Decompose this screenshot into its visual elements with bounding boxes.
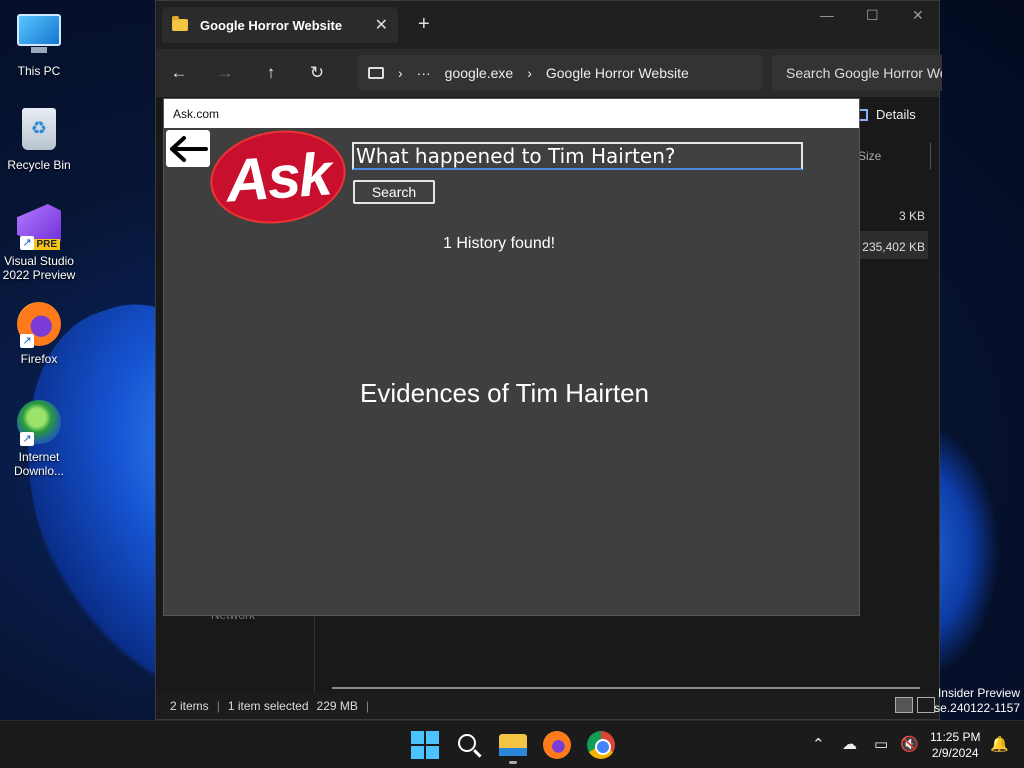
- breadcrumb-separator: ›: [398, 65, 403, 81]
- desktop-icon-recycle-bin[interactable]: Recycle Bin: [0, 106, 78, 172]
- maximize-icon[interactable]: ☐: [866, 7, 879, 24]
- up-icon[interactable]: ↑: [248, 63, 294, 83]
- shortcut-arrow-icon: ↗: [20, 236, 34, 250]
- column-divider[interactable]: [930, 143, 931, 169]
- selection-count: 1 item selected: [227, 699, 309, 713]
- tab-title: Google Horror Website: [200, 17, 343, 33]
- shortcut-arrow-icon: ↗: [20, 432, 34, 446]
- view-toggle: [895, 697, 935, 713]
- minimize-icon[interactable]: —: [820, 7, 834, 23]
- close-window-icon[interactable]: ✕: [912, 7, 924, 24]
- pre-badge: PRE: [33, 239, 60, 250]
- pc-icon: [368, 67, 384, 79]
- file-size: 3 KB: [898, 209, 925, 223]
- back-icon[interactable]: ←: [156, 63, 202, 83]
- ask-logo-text: Ask: [223, 139, 333, 215]
- new-tab-button[interactable]: +: [418, 13, 430, 36]
- evidence-heading: Evidences of Tim Hairten: [360, 378, 650, 408]
- ask-logo: Ask: [204, 121, 352, 233]
- notification-bell-icon[interactable]: 🔔: [990, 735, 1009, 753]
- taskbar: ⌃ ☁ ▭ 🔇 11:25 PM 2/9/2024 🔔: [0, 720, 1024, 768]
- desktop-icon-label-line1: Visual Studio: [4, 254, 74, 268]
- details-view-icon[interactable]: [895, 697, 913, 713]
- desktop-icon-this-pc[interactable]: This PC: [0, 8, 78, 78]
- chrome-taskbar-icon[interactable]: [587, 731, 615, 759]
- explorer-tab[interactable]: Google Horror Website ✕: [162, 7, 398, 43]
- breadcrumb-more[interactable]: ···: [417, 65, 431, 81]
- onedrive-offline-icon[interactable]: ☁: [842, 735, 857, 753]
- firefox-icon: ↗: [16, 302, 62, 348]
- horizontal-scrollbar[interactable]: [332, 687, 920, 689]
- explorer-titlebar: Google Horror Website ✕ + — ☐ ✕: [156, 1, 939, 49]
- file-explorer-taskbar-icon[interactable]: [499, 731, 527, 759]
- explorer-search-input[interactable]: Search Google Horror We: [772, 55, 942, 91]
- explorer-statusbar: 2 items | 1 item selected 229 MB |: [156, 693, 939, 719]
- visual-studio-icon: PRE ↗: [16, 204, 62, 250]
- volume-muted-icon[interactable]: 🔇: [900, 735, 919, 753]
- firefox-taskbar-icon[interactable]: [543, 731, 571, 759]
- address-bar[interactable]: › ··· google.exe › Google Horror Website: [358, 55, 762, 91]
- breadcrumb-separator: ›: [527, 65, 532, 81]
- desktop-icon-label: This PC: [17, 64, 61, 78]
- desktop-icon-firefox[interactable]: ↗ Firefox: [0, 302, 78, 366]
- refresh-icon[interactable]: ↻: [294, 63, 340, 83]
- explorer-toolbar: ← → ↑ ↻ › ··· google.exe › Google Horror…: [156, 49, 942, 97]
- arrow-left-icon: [170, 135, 208, 162]
- recycle-bin-icon: [16, 108, 62, 154]
- shortcut-arrow-icon: ↗: [20, 334, 34, 348]
- clock-date: 2/9/2024: [931, 746, 979, 760]
- watermark-line2: se.240122-1157: [934, 701, 1020, 715]
- column-header-size[interactable]: Size: [858, 149, 881, 163]
- folder-icon: [172, 16, 188, 31]
- desktop-icon-label-line2: Downlo...: [13, 464, 65, 478]
- forward-icon[interactable]: →: [202, 63, 248, 83]
- desktop-icon-idm[interactable]: ↗ Internet Downlo...: [0, 400, 78, 478]
- tiles-view-icon[interactable]: [917, 697, 935, 713]
- watermark-line1: Insider Preview: [937, 686, 1020, 700]
- desktop-icon-visual-studio[interactable]: PRE ↗ Visual Studio 2022 Preview: [0, 204, 78, 282]
- close-tab-icon[interactable]: ✕: [375, 15, 388, 35]
- item-count: 2 items: [170, 699, 209, 713]
- pane-divider[interactable]: [314, 617, 315, 697]
- details-label: Details: [876, 107, 916, 122]
- search-icon[interactable]: [455, 731, 483, 759]
- file-size: 235,402 KB: [862, 240, 925, 254]
- ask-search-input[interactable]: What happened to Tim Hairten?: [352, 142, 803, 170]
- breadcrumb-current[interactable]: Google Horror Website: [546, 65, 689, 81]
- desktop-icon-label-line2: 2022 Preview: [2, 268, 76, 282]
- desktop-icon-label: Recycle Bin: [7, 158, 71, 172]
- active-app-indicator: [509, 761, 517, 764]
- windows-start-icon[interactable]: [411, 731, 439, 759]
- clock-time: 11:25 PM: [930, 730, 981, 744]
- monitor-icon: [16, 14, 62, 60]
- selection-size: 229 MB: [316, 699, 358, 713]
- ask-app-window: Ask.com Ask What happened to Tim Hairten…: [163, 98, 860, 616]
- insider-watermark: Insider Preview se.240122-1157: [934, 686, 1020, 716]
- details-button[interactable]: Details: [856, 107, 916, 122]
- status-separator: |: [365, 699, 370, 713]
- ask-window-title: Ask.com: [164, 99, 859, 128]
- desktop-icon-label: Firefox: [20, 352, 58, 366]
- status-separator: |: [216, 699, 220, 713]
- ask-search-button[interactable]: Search: [353, 180, 435, 204]
- network-icon[interactable]: ▭: [874, 735, 888, 753]
- chevron-up-icon[interactable]: ⌃: [812, 735, 825, 753]
- ask-back-button[interactable]: [166, 130, 210, 167]
- desktop-icon-label-line1: Internet: [18, 450, 60, 464]
- idm-icon: ↗: [16, 400, 62, 446]
- breadcrumb-google-exe[interactable]: google.exe: [445, 65, 514, 81]
- history-result-text: 1 History found!: [443, 235, 556, 252]
- taskbar-clock[interactable]: 11:25 PM 2/9/2024: [930, 729, 980, 761]
